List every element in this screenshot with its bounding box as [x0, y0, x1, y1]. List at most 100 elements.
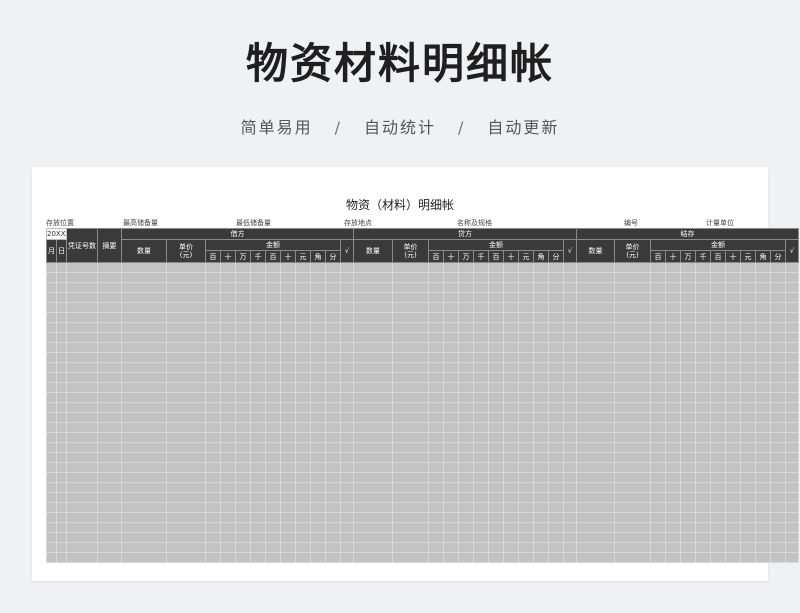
- table-cell[interactable]: [740, 342, 756, 353]
- table-cell[interactable]: [235, 422, 251, 433]
- table-cell[interactable]: [680, 342, 696, 353]
- table-cell[interactable]: [740, 382, 756, 393]
- table-cell[interactable]: [325, 272, 341, 283]
- table-cell[interactable]: [265, 542, 281, 553]
- table-cell[interactable]: [725, 372, 741, 383]
- table-cell[interactable]: [725, 362, 741, 373]
- table-cell[interactable]: [473, 292, 489, 303]
- table-cell[interactable]: [740, 512, 756, 523]
- table-cell[interactable]: [695, 512, 711, 523]
- table-cell[interactable]: [310, 462, 326, 473]
- table-cell[interactable]: [695, 542, 711, 553]
- table-cell[interactable]: [755, 432, 771, 443]
- table-cell[interactable]: [680, 422, 696, 433]
- table-cell[interactable]: [740, 302, 756, 313]
- table-cell[interactable]: [295, 482, 311, 493]
- table-cell[interactable]: [280, 292, 296, 303]
- table-cell[interactable]: [563, 412, 577, 423]
- table-cell[interactable]: [97, 302, 122, 313]
- table-cell[interactable]: [680, 512, 696, 523]
- table-cell[interactable]: [220, 422, 236, 433]
- table-cell[interactable]: [310, 282, 326, 293]
- table-cell[interactable]: [533, 542, 549, 553]
- table-cell[interactable]: [695, 262, 711, 273]
- table-cell[interactable]: [785, 272, 799, 283]
- table-cell[interactable]: [710, 382, 726, 393]
- table-cell[interactable]: [533, 412, 549, 423]
- table-cell[interactable]: [740, 532, 756, 543]
- table-cell[interactable]: [265, 502, 281, 513]
- table-cell[interactable]: [785, 522, 799, 533]
- table-cell[interactable]: [503, 262, 519, 273]
- table-cell[interactable]: [443, 372, 459, 383]
- table-cell[interactable]: [428, 412, 444, 423]
- table-cell[interactable]: [503, 522, 519, 533]
- table-cell[interactable]: [392, 372, 429, 383]
- table-cell[interactable]: [121, 472, 167, 483]
- table-cell[interactable]: [340, 372, 354, 383]
- table-cell[interactable]: [220, 532, 236, 543]
- table-cell[interactable]: [235, 302, 251, 313]
- table-cell[interactable]: [265, 532, 281, 543]
- table-cell[interactable]: [488, 492, 504, 503]
- table-cell[interactable]: [488, 512, 504, 523]
- table-cell[interactable]: [614, 382, 651, 393]
- table-cell[interactable]: [770, 452, 786, 463]
- table-cell[interactable]: [695, 422, 711, 433]
- table-cell[interactable]: [428, 362, 444, 373]
- table-cell[interactable]: [548, 432, 564, 443]
- table-cell[interactable]: [325, 442, 341, 453]
- table-cell[interactable]: [295, 492, 311, 503]
- table-cell[interactable]: [56, 402, 67, 413]
- table-cell[interactable]: [548, 472, 564, 483]
- table-cell[interactable]: [205, 272, 221, 283]
- table-cell[interactable]: [280, 542, 296, 553]
- table-cell[interactable]: [563, 482, 577, 493]
- table-cell[interactable]: [121, 382, 167, 393]
- table-cell[interactable]: [280, 462, 296, 473]
- table-cell[interactable]: [576, 442, 615, 453]
- table-cell[interactable]: [785, 352, 799, 363]
- table-cell[interactable]: [220, 382, 236, 393]
- table-cell[interactable]: [56, 392, 67, 403]
- table-cell[interactable]: [250, 362, 266, 373]
- table-cell[interactable]: [650, 302, 666, 313]
- table-cell[interactable]: [710, 492, 726, 503]
- table-cell[interactable]: [280, 372, 296, 383]
- table-cell[interactable]: [353, 482, 393, 493]
- table-cell[interactable]: [518, 322, 534, 333]
- table-cell[interactable]: [614, 532, 651, 543]
- table-cell[interactable]: [785, 492, 799, 503]
- table-cell[interactable]: [473, 532, 489, 543]
- table-cell[interactable]: [66, 422, 98, 433]
- table-cell[interactable]: [650, 372, 666, 383]
- table-cell[interactable]: [740, 412, 756, 423]
- table-cell[interactable]: [725, 282, 741, 293]
- table-cell[interactable]: [650, 502, 666, 513]
- table-cell[interactable]: [56, 522, 67, 533]
- table-cell[interactable]: [576, 512, 615, 523]
- table-cell[interactable]: [265, 512, 281, 523]
- table-cell[interactable]: [755, 482, 771, 493]
- table-cell[interactable]: [56, 422, 67, 433]
- table-cell[interactable]: [265, 432, 281, 443]
- table-cell[interactable]: [725, 462, 741, 473]
- table-cell[interactable]: [488, 312, 504, 323]
- table-cell[interactable]: [650, 512, 666, 523]
- table-cell[interactable]: [205, 412, 221, 423]
- table-cell[interactable]: [533, 322, 549, 333]
- table-cell[interactable]: [46, 302, 57, 313]
- table-cell[interactable]: [518, 482, 534, 493]
- table-cell[interactable]: [280, 302, 296, 313]
- table-cell[interactable]: [205, 402, 221, 413]
- table-cell[interactable]: [488, 502, 504, 513]
- table-cell[interactable]: [725, 432, 741, 443]
- table-cell[interactable]: [488, 352, 504, 363]
- table-cell[interactable]: [755, 282, 771, 293]
- table-cell[interactable]: [46, 262, 57, 273]
- table-cell[interactable]: [220, 512, 236, 523]
- table-cell[interactable]: [710, 352, 726, 363]
- table-cell[interactable]: [56, 412, 67, 423]
- table-cell[interactable]: [576, 402, 615, 413]
- table-cell[interactable]: [250, 352, 266, 363]
